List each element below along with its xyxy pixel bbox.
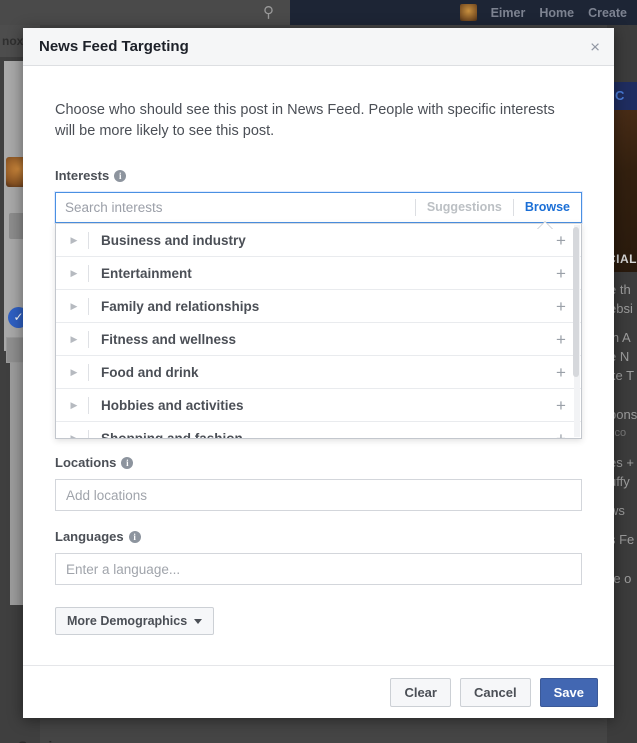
dropdown-caret-icon [538,222,552,229]
interests-search-box[interactable]: Suggestions Browse [55,192,582,223]
tab-suggestions[interactable]: Suggestions [416,193,513,222]
locations-label-row: Locations i [55,455,582,470]
interests-dropdown-scroll[interactable]: ▶ Business and industry + ▶ Entertainmen… [56,224,581,438]
add-icon[interactable]: + [553,364,569,381]
list-item[interactable]: ▶ Hobbies and activities + [56,389,581,422]
add-icon[interactable]: + [553,430,569,439]
chevron-right-icon[interactable]: ▶ [66,235,82,245]
chevron-right-icon[interactable]: ▶ [66,367,82,377]
chevron-right-icon[interactable]: ▶ [66,433,82,438]
add-icon[interactable]: + [553,232,569,249]
list-item-label: Food and drink [101,364,199,380]
nav-profile-name[interactable]: Eimer [491,6,526,20]
nav-create[interactable]: Create [588,6,627,20]
chevron-right-icon[interactable]: ▶ [66,334,82,344]
chevron-right-icon[interactable]: ▶ [66,301,82,311]
news-feed-targeting-dialog: News Feed Targeting × Choose who should … [23,28,614,718]
list-item-label: Entertainment [101,265,192,281]
list-item[interactable]: ▶ Family and relationships + [56,290,581,323]
scrollbar-track[interactable] [573,225,580,437]
divider [88,363,89,381]
list-item[interactable]: ▶ Entertainment + [56,257,581,290]
add-icon[interactable]: + [553,265,569,282]
dialog-header: News Feed Targeting × [23,28,614,66]
dialog-body: Choose who should see this post in News … [23,66,614,665]
chevron-right-icon[interactable]: ▶ [66,268,82,278]
services-heading: Services [18,738,76,743]
dialog-title: News Feed Targeting [39,38,189,55]
divider [88,429,89,438]
list-item[interactable]: ▶ Food and drink + [56,356,581,389]
facebook-top-bar: ⚲ Eimer Home Create [0,0,637,25]
divider [88,330,89,348]
list-item[interactable]: ▶ Fitness and wellness + [56,323,581,356]
search-tabs: Suggestions Browse [414,193,581,222]
top-bar-search-region[interactable]: ⚲ [0,0,290,25]
divider [88,297,89,315]
interests-label-row: Interests i [55,168,582,183]
dialog-description: Choose who should see this post in News … [55,102,555,139]
list-item-label: Hobbies and activities [101,397,244,413]
interests-search-wrap: Suggestions Browse ▶ Bu [55,192,582,439]
info-icon[interactable]: i [121,456,134,469]
add-icon[interactable]: + [553,331,569,348]
list-item-label: Family and relationships [101,298,260,314]
info-icon[interactable]: i [128,530,141,543]
chevron-right-icon[interactable]: ▶ [66,400,82,410]
search-input[interactable] [65,193,415,222]
close-icon[interactable]: × [590,38,600,55]
list-item[interactable]: ▶ Shopping and fashion + [56,422,581,438]
interests-group: Interests i Suggestions Browse [55,168,582,439]
list-item-label: Fitness and wellness [101,331,237,347]
list-item-label: Business and industry [101,232,246,248]
add-icon[interactable]: + [553,397,569,414]
chevron-down-icon [194,618,203,624]
divider [88,396,89,414]
languages-group: Languages i [55,529,582,585]
add-icon[interactable]: + [553,298,569,315]
locations-group: Locations i [55,455,582,511]
search-icon[interactable]: ⚲ [260,4,277,21]
list-item-label: Shopping and fashion [101,430,243,439]
interests-label: Interests [55,168,110,183]
locations-input[interactable] [55,479,582,511]
screen: ⚲ Eimer Home Create nox ✓ C CIAL e th eb… [0,0,637,743]
avatar[interactable] [459,4,477,21]
dialog-footer: Clear Cancel Save [23,665,614,718]
languages-input[interactable] [55,553,582,585]
tab-browse[interactable]: Browse [514,193,581,222]
interests-dropdown: ▶ Business and industry + ▶ Entertainmen… [55,223,582,439]
languages-label-row: Languages i [55,529,582,544]
cancel-button[interactable]: Cancel [459,677,531,707]
languages-label: Languages [55,529,124,544]
list-item[interactable]: ▶ Business and industry + [56,224,581,257]
top-bar-nav: Eimer Home Create [459,0,633,25]
save-button[interactable]: Save [539,677,598,707]
clear-button[interactable]: Clear [390,677,451,707]
scrollbar-thumb[interactable] [573,227,579,377]
locations-label: Locations [55,455,117,470]
more-demographics-button[interactable]: More Demographics [55,607,215,635]
more-demographics-label: More Demographics [67,614,188,628]
info-icon[interactable]: i [114,169,127,182]
nav-home[interactable]: Home [539,6,574,20]
divider [88,264,89,282]
divider [88,231,89,249]
